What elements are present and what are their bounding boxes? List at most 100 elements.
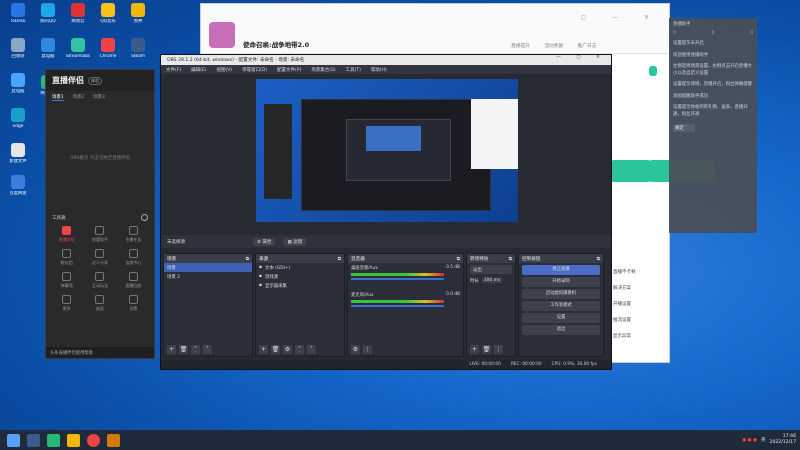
tab-scene-1[interactable]: 场景1 (52, 94, 64, 101)
source-item[interactable]: ▪ 显示器采集 (256, 281, 344, 290)
desktop-icon[interactable]: 新建文件 (3, 143, 33, 164)
toolbox-item[interactable]: 弹幕墙 (50, 272, 83, 289)
source-item[interactable]: ▪ 文本 (GDI+) (256, 263, 344, 272)
toolbox-item[interactable]: 设置 (117, 295, 150, 312)
more-icon[interactable]: ⋮ (363, 344, 372, 354)
menu-item[interactable]: 配置文件(P) (277, 67, 301, 73)
toolbox-item[interactable]: 连线中心 (117, 249, 150, 266)
live-footer[interactable]: 头条直播伴侣使用帮助 (46, 347, 154, 358)
green-chip[interactable] (649, 66, 657, 76)
studio-mode-button[interactable]: 工作室模式 (522, 301, 600, 311)
toolbox-item[interactable]: 抽奖 (83, 295, 116, 312)
desktop-icon[interactable]: QQ音乐 (93, 3, 123, 24)
desktop-icon[interactable]: edge (3, 108, 33, 129)
toolbox-item[interactable]: 直播伴侣 (50, 226, 83, 243)
dock-menu-icon[interactable]: ⧉ (597, 256, 600, 262)
desktop-icon[interactable]: 原神 (123, 3, 153, 24)
side-link[interactable]: 开播设置 (613, 301, 631, 307)
properties-button[interactable]: ⚙ 属性 (253, 237, 276, 246)
add-icon[interactable]: + (470, 344, 479, 354)
menu-item[interactable]: 编辑(E) (191, 67, 206, 73)
desktop-icon[interactable]: 此电脑 (33, 38, 63, 59)
up-icon[interactable]: ˄ (295, 344, 304, 354)
toolbox-item[interactable]: 房管助手 (83, 226, 116, 243)
source-item[interactable]: ▪ 游戏源 (256, 272, 344, 281)
virtual-camera-button[interactable]: 启动虚拟摄像机 (522, 289, 600, 299)
obs-icon[interactable] (87, 433, 100, 447)
dock-menu-icon[interactable]: ⧉ (246, 256, 249, 262)
window-controls[interactable]: — ▢ ✕ (556, 55, 607, 60)
toolbox-item[interactable]: 达人分享 (83, 249, 116, 266)
desktop-icon[interactable]: 网易云 (63, 3, 93, 24)
dock-menu-icon[interactable]: ⧉ (457, 256, 460, 262)
start-recording-button[interactable]: 开始录制 (522, 277, 600, 287)
side-link[interactable]: 解决方案 (613, 285, 631, 291)
window-controls[interactable]: ▢ — ✕ (580, 14, 661, 21)
down-icon[interactable]: ˅ (203, 344, 212, 354)
trash-icon[interactable]: 🗑 (271, 344, 280, 354)
more-icon[interactable]: ⋮ (494, 344, 503, 354)
menu-item[interactable]: 帮助(H) (371, 67, 387, 73)
desktop-icon[interactable]: 百度网盘 (3, 175, 33, 196)
toolbox-item[interactable]: 粉丝团 (50, 249, 83, 266)
desktop-icon[interactable]: Streamlabs (63, 38, 93, 59)
nav-item[interactable]: 直播提升 (511, 42, 530, 49)
down-icon[interactable]: ˅ (307, 344, 316, 354)
menu-item[interactable]: 场景集合(S) (311, 67, 335, 73)
obs-preview[interactable] (256, 79, 518, 222)
toolbox-item[interactable]: 互动玩法 (83, 272, 116, 289)
windows-start-icon[interactable] (7, 433, 20, 447)
up-icon[interactable]: ˄ (191, 344, 200, 354)
ok-button[interactable]: 确定 (673, 124, 695, 132)
desktop-icon[interactable]: Steam (123, 38, 153, 59)
steam-icon[interactable] (27, 433, 40, 447)
volume-slider[interactable] (351, 278, 444, 280)
app-icon[interactable] (47, 433, 60, 447)
add-icon[interactable]: + (167, 344, 176, 354)
version-badge[interactable]: 体验 (88, 76, 102, 85)
clock[interactable]: 17:46 2022/12/17 (770, 434, 796, 446)
scene-item[interactable]: 场景 (164, 263, 252, 272)
gear-icon[interactable]: ⚙ (351, 344, 360, 354)
tab-scene-2[interactable]: 场景2 (73, 94, 85, 101)
input-language[interactable]: 英 (761, 437, 766, 443)
dock-menu-icon[interactable]: ⧉ (509, 256, 512, 262)
menu-item[interactable]: 停靠窗口(D) (242, 67, 267, 73)
menu-item[interactable]: 视图(V) (216, 67, 232, 73)
transition-select[interactable]: 淡出 (470, 265, 512, 274)
side-link[interactable]: 推流设置 (613, 317, 631, 323)
nav-item[interactable]: 推广日志 (577, 42, 596, 49)
exit-button[interactable]: 退出 (522, 325, 600, 335)
scene-item[interactable]: 场景 2 (164, 272, 252, 281)
tray-icons[interactable]: ● ● ● (742, 438, 757, 443)
toolbox-item[interactable]: 直播回放 (117, 272, 150, 289)
toolbox-item[interactable]: 更多 (50, 295, 83, 312)
desktop-icon[interactable]: 回收站 (3, 38, 33, 59)
green-button[interactable] (611, 160, 651, 182)
dock-menu-icon[interactable]: ⧉ (338, 256, 341, 262)
side-link[interactable]: 显示异常 (613, 333, 631, 339)
trash-icon[interactable]: 🗑 (179, 344, 188, 354)
live-icon[interactable] (107, 433, 120, 447)
settings-button[interactable]: 设置 (522, 313, 600, 323)
duration-input[interactable]: 300 ms (481, 278, 503, 283)
add-icon[interactable]: + (259, 344, 268, 354)
trash-icon[interactable]: 🗑 (482, 344, 491, 354)
gear-icon[interactable]: ⚙ (283, 344, 292, 354)
side-link[interactable]: 直播不卡顿 (613, 269, 636, 275)
desktop-icon[interactable]: 此电脑 (3, 73, 33, 94)
tab-scene-3[interactable]: 场景3 (93, 94, 105, 101)
menu-item[interactable]: 工具(T) (346, 67, 361, 73)
nav-item[interactable]: 活动奖励 (544, 42, 563, 49)
volume-slider[interactable] (351, 305, 444, 307)
filters-button[interactable]: ▦ 滤镜 (283, 237, 307, 246)
stop-stream-button[interactable]: 停止直播 (522, 265, 600, 275)
desktop-icon[interactable]: Chrome (93, 38, 123, 59)
desktop-icon[interactable]: 腾讯QQ (33, 3, 63, 24)
settings-icon[interactable] (141, 214, 148, 221)
game-thumbnail[interactable] (209, 22, 235, 48)
toolbox-item[interactable]: 主播任务 (117, 226, 150, 243)
desktop-icon[interactable]: ToDesk (3, 3, 33, 24)
app-icon[interactable] (67, 433, 80, 447)
menu-item[interactable]: 文件(F) (166, 67, 181, 73)
